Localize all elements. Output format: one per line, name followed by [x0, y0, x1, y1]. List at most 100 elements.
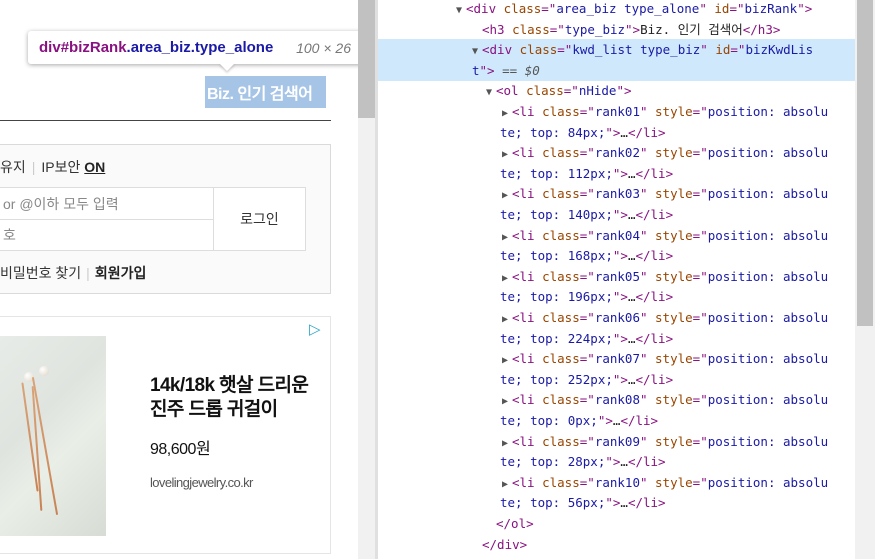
code-token: position: absolu [707, 433, 829, 449]
code-token: =" [692, 392, 708, 408]
adchoices-icon[interactable]: ▷ [309, 320, 321, 338]
dom-node-continuation[interactable]: te; top: 112px;">…</li> [500, 163, 673, 184]
dom-node-row[interactable]: ▶ <li class="rank06" style="position: abs… [502, 307, 828, 328]
id-input[interactable]: or @이하 모두 입력 [0, 187, 214, 219]
code-token: nHide [578, 83, 617, 99]
code-token: position: absolu [707, 310, 829, 325]
browser-window: Biz. 인기 검색어 유지 | IP보안 ON or @이하 모두 입력 호 로그… [0, 0, 875, 559]
find-password-link[interactable]: 비밀번호 찾기 [0, 265, 81, 281]
dom-node-row[interactable]: ▶ <li class="rank04" style="position: abs… [502, 225, 828, 246]
ip-security-toggle[interactable]: ON [84, 159, 105, 175]
code-token: rank09 [594, 433, 640, 449]
dom-node-row[interactable]: </div> [472, 534, 527, 555]
separator: | [31, 159, 36, 175]
code-token: =" [579, 227, 595, 243]
code-token: =" [579, 145, 595, 161]
code-token: =" [692, 351, 708, 367]
dom-node-continuation[interactable]: te; top: 224px;">…</li> [500, 328, 673, 349]
code-token: "> [597, 413, 613, 428]
devtools-elements-panel: ... ▼<div class="area_biz type_alone" id… [378, 0, 875, 559]
code-token: position: absolu [707, 227, 829, 243]
tooltip-id: #bizRank [60, 39, 127, 56]
pearl-shape [39, 366, 49, 376]
code-token: "> [797, 1, 813, 16]
code-token: <div [466, 1, 504, 16]
dom-node-row[interactable]: ▶ <li class="rank07" style="position: abs… [502, 348, 828, 369]
ad-domain[interactable]: lovelingjewelry.co.kr [150, 475, 253, 490]
page-scrollbar[interactable] [358, 0, 375, 559]
password-input[interactable]: 호 [0, 219, 214, 251]
login-button[interactable]: 로그인 [213, 187, 306, 251]
code-token: rank06 [594, 310, 640, 325]
code-token: rank10 [594, 474, 640, 490]
code-token: =" [692, 104, 708, 119]
code-token: =" [730, 42, 746, 58]
code-token: </li> [635, 289, 674, 305]
biz-rank-heading[interactable]: Biz. 인기 검색어 [207, 80, 313, 104]
code-token: <li [512, 227, 543, 243]
dom-node-continuation[interactable]: te; top: 56px;">…</li> [500, 492, 666, 513]
code-token: te; top: 56px; [500, 495, 606, 511]
devtools-scrollbar[interactable] [855, 0, 875, 559]
dom-node-continuation[interactable]: te; top: 84px;">…</li> [500, 122, 666, 143]
ad-product-image[interactable] [0, 336, 106, 536]
code-token: <li [512, 268, 543, 284]
id-input-placeholder: or @이하 모두 입력 [3, 195, 119, 212]
code-token: area_biz type_alone [556, 1, 700, 16]
dom-node-row[interactable]: ▼ <div class="kwd_list type_biz" id="bizK… [378, 39, 855, 61]
dom-node-continuation[interactable]: t"> == $0 [378, 59, 855, 81]
devtools-scrollbar-thumb[interactable] [857, 0, 873, 326]
code-token: style [655, 268, 693, 284]
code-token: " [639, 474, 656, 490]
code-token: "> [612, 207, 628, 222]
code-token: "> [612, 248, 628, 264]
dom-node-row[interactable]: </ol> [486, 513, 534, 534]
dom-node-row[interactable]: ▶ <li class="rank02" style="position: abs… [502, 142, 828, 163]
code-token: =" [541, 1, 557, 16]
join-link[interactable]: 회원가입 [95, 265, 147, 281]
collapse-triangle-icon[interactable]: ▼ [486, 82, 496, 103]
code-token: =" [579, 104, 595, 119]
code-token: " [639, 145, 656, 161]
ad-title[interactable]: 14k/18k 햇살 드리운 진주 드롭 귀걸이 [150, 374, 325, 422]
dom-node-row[interactable]: ▶ <li class="rank01" style="position: abs… [502, 101, 828, 122]
dom-node-row[interactable]: ▼ <div class="area_biz type_alone" id="bi… [456, 0, 812, 19]
dom-node-continuation[interactable]: te; top: 140px;">…</li> [500, 204, 673, 225]
code-token: <li [512, 310, 543, 325]
dom-node-continuation[interactable]: te; top: 0px;">…</li> [500, 410, 658, 431]
page-scrollbar-thumb[interactable] [358, 0, 375, 118]
code-token: class [542, 186, 580, 202]
dom-node-row[interactable]: ▶ <li class="rank09" style="position: abs… [502, 431, 828, 452]
dom-node-row[interactable]: ▶ <li class="rank08" style="position: abs… [502, 389, 828, 410]
code-token: </li> [635, 248, 674, 264]
code-token: position: absolu [707, 186, 829, 202]
dom-node-continuation[interactable]: te; top: 168px;">…</li> [500, 245, 673, 266]
dom-node-row[interactable]: ▶ <li class="rank10" style="position: abs… [502, 472, 828, 493]
code-token: <li [512, 186, 543, 202]
code-token: style [655, 186, 693, 202]
dom-node-continuation[interactable]: te; top: 28px;">…</li> [500, 451, 666, 472]
code-token: </h3> [742, 21, 781, 37]
code-token: class [542, 227, 580, 243]
code-token: "> [612, 330, 628, 346]
code-token: te; top: 84px; [500, 124, 606, 140]
collapse-triangle-icon[interactable]: ▼ [456, 0, 466, 21]
ip-security-label[interactable]: IP보안 [41, 159, 80, 175]
code-token: " [639, 392, 656, 408]
code-token: </li> [627, 454, 666, 470]
code-token: </li> [627, 124, 666, 140]
code-token: "> [479, 62, 495, 78]
keep-login-label[interactable]: 유지 [0, 159, 26, 175]
dom-node-row[interactable]: ▼ <ol class="nHide"> [486, 80, 632, 101]
section-divider [0, 120, 331, 121]
dom-node-row[interactable]: <h3 class="type_biz">Biz. 인기 검색어</h3> [472, 19, 780, 40]
code-token: te; top: 28px; [500, 454, 606, 470]
dom-node-row[interactable]: ▶ <li class="rank05" style="position: abs… [502, 266, 828, 287]
dom-node-continuation[interactable]: te; top: 196px;">…</li> [500, 286, 673, 307]
code-token: =" [692, 186, 708, 202]
code-token: "> [605, 124, 621, 140]
dom-node-continuation[interactable]: te; top: 252px;">…</li> [500, 369, 673, 390]
code-token: =" [579, 351, 595, 367]
code-token: class [519, 42, 558, 58]
dom-node-row[interactable]: ▶ <li class="rank03" style="position: abs… [502, 183, 828, 204]
